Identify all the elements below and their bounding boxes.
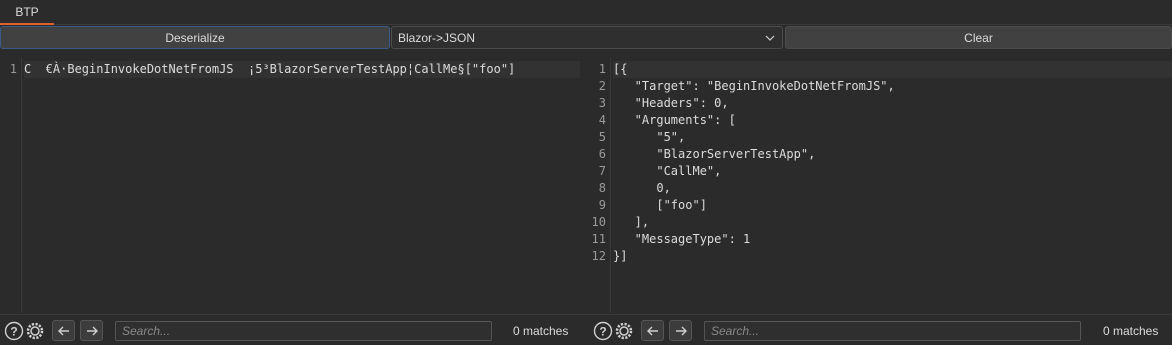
code-line: "Target": "BeginInvokeDotNetFromJS", [613,79,895,93]
line-number: 5 [598,130,606,144]
line-number: 4 [598,113,606,127]
svg-text:?: ? [10,325,17,339]
gear-icon[interactable] [614,321,634,341]
code-line: "5", [613,130,686,144]
line-number: 8 [598,181,606,195]
line-number: 10 [591,215,606,229]
tab-bar: BTP [0,0,1172,25]
arrow-left-icon [57,326,69,335]
line-number: 9 [598,198,606,212]
arrow-right-icon [675,326,687,335]
code-line: }] [613,249,628,263]
svg-text:?: ? [599,325,606,339]
previous-match-button[interactable] [52,320,75,341]
output-editor[interactable]: 1 2 3 4 5 6 7 8 9 10 11 12 [{ "Target": … [588,58,1172,313]
code-line: "BlazorServerTestApp", [613,147,816,161]
code-line: 0, [613,181,671,195]
tab-btp[interactable]: BTP [0,0,54,25]
match-count: 0 matches [1103,324,1159,338]
deserialize-button[interactable]: Deserialize [0,26,390,49]
line-number: 12 [591,249,606,263]
line-number: 6 [598,147,606,161]
help-icon[interactable]: ? [593,321,613,341]
code-line: [{ [613,61,1172,78]
line-number: 7 [598,164,606,178]
toolbar: Deserialize Blazor->JSON Clear [0,26,1172,49]
clear-button[interactable]: Clear [785,26,1172,49]
output-search-bar: ? 0 matches [589,314,1172,345]
code-line: "MessageType": 1 [613,232,751,246]
arrow-left-icon [646,326,658,335]
code-line: ], [613,215,650,229]
line-number: 1 [9,62,17,76]
input-editor[interactable]: 1 C €À·BeginInvokeDotNetFromJS ¡5³Blazor… [0,58,580,313]
next-match-button[interactable] [80,320,103,341]
line-number: 2 [598,79,606,93]
code-line: "Headers": 0, [613,96,729,110]
gear-icon[interactable] [25,321,45,341]
arrow-right-icon [86,326,98,335]
mode-select-value: Blazor->JSON [398,30,476,45]
line-number: 11 [591,232,606,246]
search-input[interactable] [115,321,492,341]
code-line: "Arguments": [ [613,113,736,127]
input-search-bar: ? 0 matches [0,314,589,345]
line-number: 3 [598,96,606,110]
line-number-gutter: 1 [0,58,22,313]
code-line: "CallMe", [613,164,722,178]
previous-match-button[interactable] [641,320,664,341]
search-input[interactable] [704,321,1081,341]
next-match-button[interactable] [669,320,692,341]
code-line: ["foo"] [613,198,707,212]
code-line: C €À·BeginInvokeDotNetFromJS ¡5³BlazorSe… [24,61,580,78]
line-number-gutter: 1 2 3 4 5 6 7 8 9 10 11 12 [588,58,611,313]
line-number: 1 [598,62,606,76]
editor-content[interactable]: C €À·BeginInvokeDotNetFromJS ¡5³BlazorSe… [24,61,580,78]
chevron-down-icon [765,35,775,41]
help-icon[interactable]: ? [4,321,24,341]
mode-select[interactable]: Blazor->JSON [391,26,783,49]
match-count: 0 matches [513,324,569,338]
editor-content[interactable]: [{ "Target": "BeginInvokeDotNetFromJS", … [613,61,1172,265]
